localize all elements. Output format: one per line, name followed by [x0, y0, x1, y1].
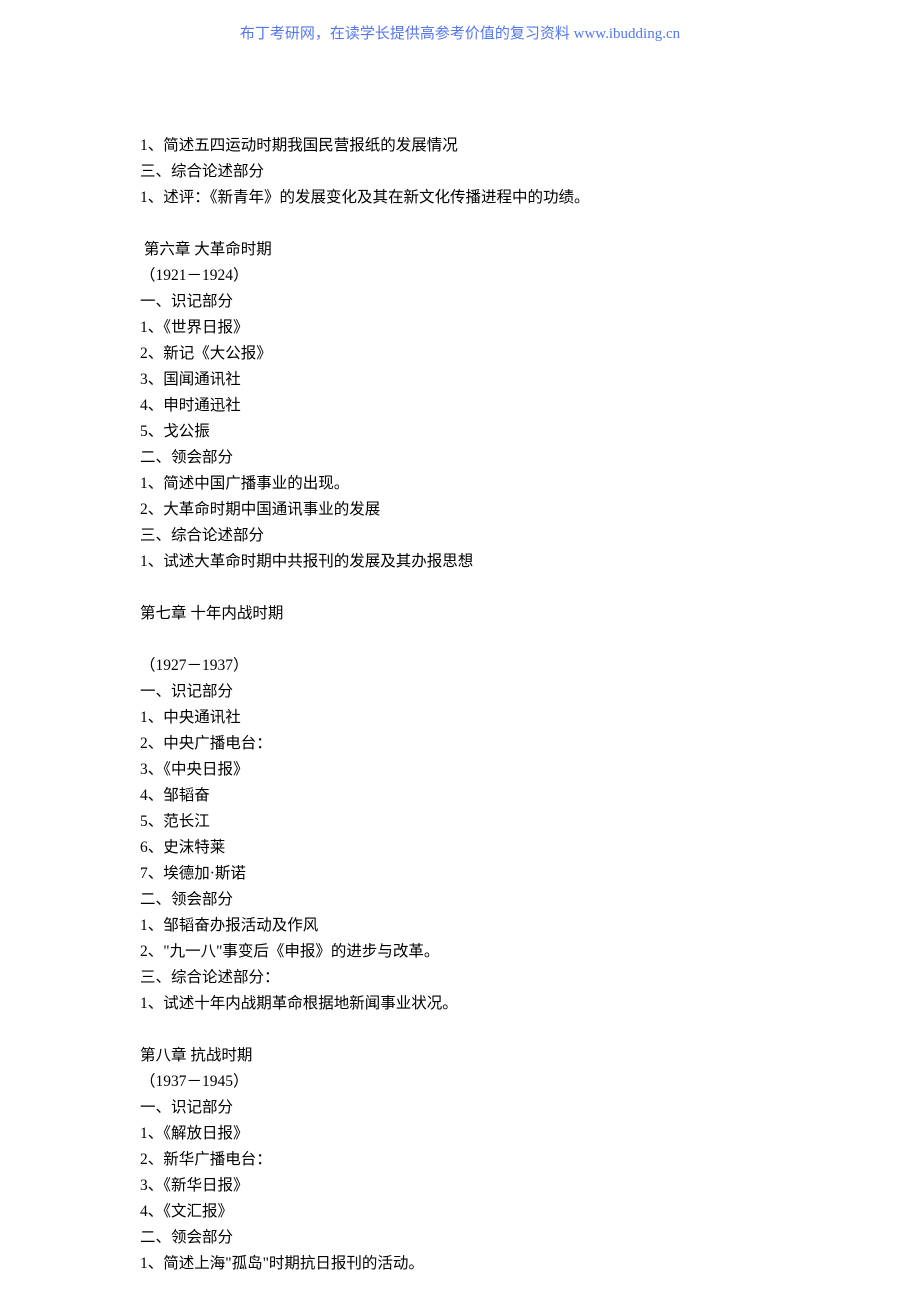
page-header: 布丁考研网，在读学长提供高参考价值的复习资料 www.ibudding.cn: [0, 0, 920, 43]
blank-line: [140, 627, 780, 653]
text-line: 1、简述中国广播事业的出现。: [140, 471, 780, 497]
section-heading: 一、识记部分: [140, 679, 780, 705]
text-line: 2、大革命时期中国通讯事业的发展: [140, 497, 780, 523]
section-heading: 二、领会部分: [140, 445, 780, 471]
text-line: 7、埃德加·斯诺: [140, 861, 780, 887]
text-line: 1、《解放日报》: [140, 1121, 780, 1147]
chapter-title: 第六章 大革命时期: [140, 237, 780, 263]
text-line: 2、新记《大公报》: [140, 341, 780, 367]
text-line: 4、《文汇报》: [140, 1199, 780, 1225]
text-line: 5、范长江: [140, 809, 780, 835]
text-line: 1、述评：《新青年》的发展变化及其在新文化传播进程中的功绩。: [140, 185, 780, 211]
text-line: 1、试述十年内战期革命根据地新闻事业状况。: [140, 991, 780, 1017]
text-line: 5、戈公振: [140, 419, 780, 445]
text-line: 2、"九一八"事变后《申报》的进步与改革。: [140, 939, 780, 965]
text-line: 2、中央广播电台：: [140, 731, 780, 757]
text-line: 三、综合论述部分: [140, 159, 780, 185]
blank-line: [140, 1017, 780, 1043]
section-heading: 一、识记部分: [140, 1095, 780, 1121]
text-line: 1、中央通讯社: [140, 705, 780, 731]
section-heading: 一、识记部分: [140, 289, 780, 315]
chapter-title: 第七章 十年内战时期: [140, 601, 780, 627]
text-line: 3、《新华日报》: [140, 1173, 780, 1199]
section-heading: 三、综合论述部分: [140, 523, 780, 549]
section-heading: 三、综合论述部分：: [140, 965, 780, 991]
blank-line: [140, 211, 780, 237]
text-line: （1937－1945）: [140, 1069, 780, 1095]
text-line: （1927－1937）: [140, 653, 780, 679]
text-line: 1、邹韬奋办报活动及作风: [140, 913, 780, 939]
text-line: 3、《中央日报》: [140, 757, 780, 783]
document-body: 1、简述五四运动时期我国民营报纸的发展情况 三、综合论述部分 1、述评：《新青年…: [0, 43, 920, 1277]
text-line: （1921－1924）: [140, 263, 780, 289]
section-heading: 二、领会部分: [140, 887, 780, 913]
text-line: 1、简述五四运动时期我国民营报纸的发展情况: [140, 133, 780, 159]
text-line: 4、申时通迅社: [140, 393, 780, 419]
section-heading: 二、领会部分: [140, 1225, 780, 1251]
text-line: 2、新华广播电台：: [140, 1147, 780, 1173]
text-line: 6、史沫特莱: [140, 835, 780, 861]
text-line: 1、《世界日报》: [140, 315, 780, 341]
blank-line: [140, 575, 780, 601]
text-line: 3、国闻通讯社: [140, 367, 780, 393]
text-line: 1、试述大革命时期中共报刊的发展及其办报思想: [140, 549, 780, 575]
chapter-title: 第八章 抗战时期: [140, 1043, 780, 1069]
text-line: 1、简述上海"孤岛"时期抗日报刊的活动。: [140, 1251, 780, 1277]
text-line: 4、邹韬奋: [140, 783, 780, 809]
header-link[interactable]: www.ibudding.cn: [574, 26, 681, 42]
header-text: 布丁考研网，在读学长提供高参考价值的复习资料: [240, 26, 574, 42]
